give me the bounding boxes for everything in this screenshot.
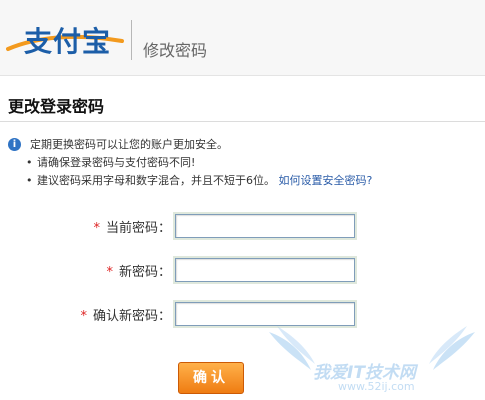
bullet-icon: • — [26, 156, 33, 169]
current-password-row: * 当前密码： — [0, 212, 485, 240]
new-password-label: * 新密码： — [106, 265, 171, 280]
page-title: 更改登录密码 — [8, 97, 105, 116]
current-password-label: * 当前密码： — [93, 221, 171, 236]
info-icon: i — [8, 138, 21, 151]
section-title: 修改密码 — [143, 41, 208, 60]
tip-item: • 请确保登录密码与支付密码不同! — [25, 154, 475, 172]
confirm-password-label: * 确认新密码： — [80, 309, 171, 324]
wings-icon — [269, 326, 475, 370]
tip-item-text: 请确保登录密码与支付密码不同! — [37, 156, 196, 169]
secure-password-help-link[interactable]: 如何设置安全密码? — [279, 174, 373, 187]
tip-item: • 建议密码采用字母和数字混合，并且不短于6位。 如何设置安全密码? — [25, 172, 475, 190]
new-password-row: * 新密码： — [0, 256, 485, 284]
tip-item-text: 建议密码采用字母和数字混合，并且不短于6位。 — [37, 174, 275, 187]
header-divider — [131, 20, 132, 60]
required-mark: * — [80, 309, 87, 324]
required-mark: * — [106, 265, 113, 280]
watermark-url: www.52ij.com — [338, 380, 415, 393]
confirm-button[interactable]: 确认 — [178, 362, 244, 394]
bullet-icon: • — [26, 174, 33, 187]
site-watermark: 我爱IT技术网 www.52ij.com — [263, 318, 481, 396]
confirm-password-input[interactable] — [173, 300, 357, 328]
alipay-logo[interactable]: 支付宝 — [6, 14, 124, 62]
tip-list: • 请确保登录密码与支付密码不同! • 建议密码采用字母和数字混合，并且不短于6… — [25, 154, 475, 190]
new-password-input[interactable] — [173, 256, 357, 284]
logo-text: 支付宝 — [24, 25, 112, 58]
confirm-password-row: * 确认新密码： — [0, 300, 485, 328]
current-password-input[interactable] — [173, 212, 357, 240]
title-divider — [0, 121, 485, 122]
tip-main-text: 定期更换密码可以让您的账户更加安全。 — [30, 138, 228, 151]
watermark-title: 我爱IT技术网 — [313, 363, 416, 383]
page-header: 支付宝 修改密码 — [0, 0, 485, 76]
required-mark: * — [93, 221, 100, 236]
